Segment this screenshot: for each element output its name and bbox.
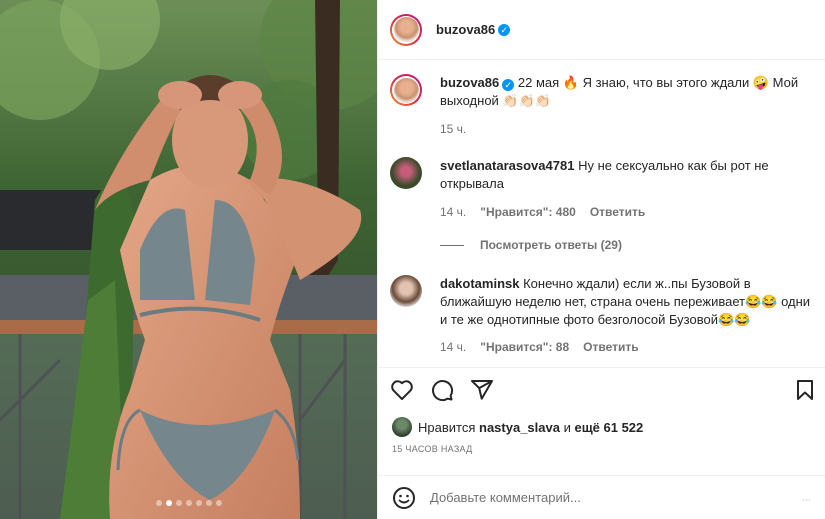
author-username[interactable]: buzova86 bbox=[436, 22, 495, 37]
commenter-avatar[interactable] bbox=[390, 275, 422, 307]
comment-likes[interactable]: "Нравится": 480 bbox=[480, 205, 576, 219]
comment-likes[interactable]: "Нравится": 88 bbox=[480, 340, 569, 354]
carousel-dot[interactable] bbox=[185, 500, 192, 506]
action-bar bbox=[378, 367, 825, 411]
verified-badge-icon: ✓ bbox=[502, 79, 515, 91]
post-header: buzova86 ✓ bbox=[378, 0, 825, 60]
comment-text: svetlanatarasova4781 Ну не сексуально ка… bbox=[440, 157, 813, 193]
heart-icon[interactable] bbox=[390, 378, 414, 402]
emoji-icon[interactable] bbox=[392, 486, 416, 510]
author-avatar[interactable] bbox=[390, 13, 422, 46]
comment-item: dakotaminsk Конечно ждали) если ж..пы Бу… bbox=[390, 275, 813, 329]
carousel-dot[interactable] bbox=[205, 500, 212, 506]
carousel-dot[interactable] bbox=[215, 500, 222, 506]
caption-date: 22 мая bbox=[517, 75, 560, 90]
carousel-dot[interactable] bbox=[195, 500, 202, 506]
photo-illustration bbox=[0, 0, 377, 519]
carousel-dots bbox=[0, 500, 377, 506]
comment-time[interactable]: 14 ч. bbox=[440, 340, 466, 354]
comment-input[interactable] bbox=[430, 490, 730, 505]
comment-username[interactable]: dakotaminsk bbox=[440, 276, 519, 291]
comment-username[interactable]: svetlanatarasova4781 bbox=[440, 158, 574, 173]
comment-icon[interactable] bbox=[430, 378, 454, 402]
view-replies-label: Посмотреть ответы (29) bbox=[480, 238, 622, 252]
caption-username[interactable]: buzova86 bbox=[440, 75, 499, 90]
share-icon[interactable] bbox=[470, 378, 494, 402]
liker-avatar bbox=[392, 417, 412, 437]
carousel-dot[interactable] bbox=[175, 500, 182, 506]
likes-prefix: Нравится bbox=[418, 419, 476, 435]
caption-time[interactable]: 15 ч. bbox=[440, 122, 466, 136]
reply-button[interactable]: Ответить bbox=[583, 340, 638, 354]
reply-button[interactable]: Ответить bbox=[590, 205, 645, 219]
verified-badge-icon: ✓ bbox=[498, 23, 511, 36]
comments-list: buzova86 ✓ 22 мая 🔥 Я знаю, что вы этого … bbox=[378, 61, 825, 367]
bookmark-icon[interactable] bbox=[793, 378, 817, 402]
commenter-avatar[interactable] bbox=[390, 157, 422, 189]
replies-divider bbox=[440, 244, 464, 246]
post-comment-button[interactable]: ... bbox=[802, 492, 811, 504]
likes-middle: и bbox=[563, 419, 571, 435]
comment-meta: 14 ч. "Нравится": 480 Ответить bbox=[440, 205, 645, 219]
carousel-dot[interactable] bbox=[165, 500, 172, 506]
comment-time[interactable]: 14 ч. bbox=[440, 205, 466, 219]
post-timestamp[interactable]: 15 ЧАСОВ НАЗАД bbox=[392, 444, 473, 454]
likes-summary[interactable]: Нравится nastya_slava и ещё 61 522 bbox=[392, 417, 643, 437]
view-replies-button[interactable]: Посмотреть ответы (29) bbox=[440, 238, 622, 252]
comment-item: svetlanatarasova4781 Ну не сексуально ка… bbox=[390, 157, 813, 193]
caption-avatar[interactable] bbox=[390, 74, 422, 106]
caption-row: buzova86 ✓ 22 мая 🔥 Я знаю, что вы этого … bbox=[390, 74, 813, 110]
likes-count[interactable]: ещё 61 522 bbox=[574, 420, 643, 435]
comment-meta: 14 ч. "Нравится": 88 Ответить bbox=[440, 340, 639, 354]
liker-username[interactable]: nastya_slava bbox=[479, 420, 560, 435]
add-comment-bar: ... bbox=[378, 475, 825, 519]
post-panel: buzova86 ✓ buzova86 ✓ 22 мая 🔥 Я знаю, чт… bbox=[377, 0, 825, 519]
carousel-dot[interactable] bbox=[155, 500, 162, 506]
post-photo[interactable] bbox=[0, 0, 377, 519]
caption-meta: 15 ч. bbox=[440, 122, 466, 136]
caption-text: buzova86 ✓ 22 мая 🔥 Я знаю, что вы этого … bbox=[440, 74, 813, 110]
comment-text: dakotaminsk Конечно ждали) если ж..пы Бу… bbox=[440, 275, 813, 329]
